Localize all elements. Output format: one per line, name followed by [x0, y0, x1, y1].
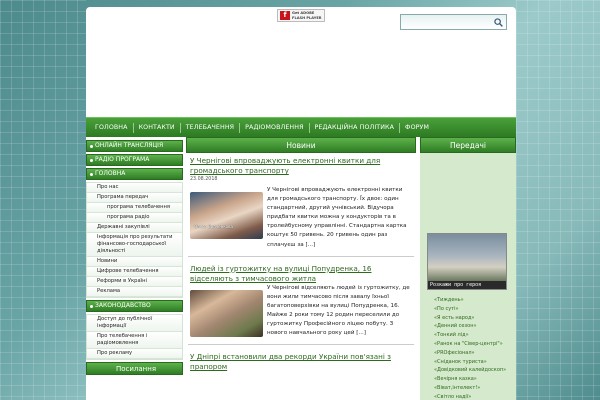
- bullet-icon: [90, 304, 93, 308]
- sidebar-bar-label: ОНЛАЙН ТРАНСЛЯЦІЯ: [95, 142, 164, 149]
- shows-list: «Тиждень» «По суті» «Я есть народ» «Денний …: [434, 296, 516, 400]
- hero-banner[interactable]: Розкажи про героя: [427, 233, 507, 290]
- search-icon[interactable]: [494, 17, 503, 27]
- article-title-link[interactable]: У Дніпрі встановили два рекорди України …: [190, 352, 412, 372]
- sidebar-menu-item[interactable]: Цифрове телебачення: [87, 267, 182, 277]
- sidebar-menu-item[interactable]: Програма передач: [87, 193, 182, 203]
- sidebar-menu-item[interactable]: Державні закупівлі: [87, 223, 182, 233]
- show-link[interactable]: «Вечірня казка»: [434, 375, 516, 384]
- left-sidebar: ОНЛАЙН ТРАНСЛЯЦІЯ РАДІО ПРОГРАМА ГОЛОВНА…: [86, 140, 183, 377]
- sidebar-bar-online[interactable]: ОНЛАЙН ТРАНСЛЯЦІЯ: [86, 140, 183, 152]
- bullet-icon: [90, 144, 93, 148]
- page-container: f Get ADOBE FLASH PLAYER ГОЛОВНА КОНТАКТИ…: [86, 7, 516, 400]
- sidebar-bar-home[interactable]: ГОЛОВНА: [86, 168, 183, 180]
- sidebar-bar-law[interactable]: ЗАКОНОДАВСТВО: [86, 300, 183, 312]
- show-link[interactable]: «Тонкий лід»: [434, 331, 516, 340]
- show-link[interactable]: «Ранок на "Сівер-центрі"»: [434, 340, 516, 349]
- sidebar-bar-label: РАДІО ПРОГРАМА: [95, 156, 150, 163]
- divider: [188, 344, 414, 346]
- news-header: Новини: [186, 137, 416, 153]
- flash-line2: FLASH PLAYER: [292, 15, 322, 20]
- news-article: У Чернігові впроваджують електронні квит…: [186, 153, 416, 250]
- article-thumbnail[interactable]: [190, 289, 263, 337]
- right-sidebar: Передачі Розкажи про героя «Тиждень» «По …: [420, 137, 516, 400]
- flash-icon: f: [280, 11, 290, 20]
- bullet-icon: [90, 172, 93, 176]
- show-link[interactable]: «Віват,інтелект!»: [434, 384, 516, 393]
- sidebar-menu-law: Доступ до публічної інформації Про телеба…: [86, 314, 183, 360]
- sidebar-menu-item[interactable]: Новини: [87, 257, 182, 267]
- news-article: У Дніпрі встановили два рекорди України …: [186, 349, 416, 372]
- sidebar-bar-label: ЗАКОНОДАВСТВО: [95, 302, 151, 309]
- sidebar-bar-links: Посилання: [86, 362, 183, 375]
- sidebar-menu-item[interactable]: програма радіо: [87, 213, 182, 223]
- show-link[interactable]: «Я есть народ»: [434, 314, 516, 323]
- background-pattern: [516, 0, 600, 400]
- sidebar-bar-label: ГОЛОВНА: [95, 170, 126, 177]
- show-link[interactable]: «Сніданок туриста»: [434, 358, 516, 367]
- news-column: Новини У Чернігові впроваджують електрон…: [186, 137, 416, 372]
- show-link[interactable]: «Довідковий калейдоскоп»: [434, 366, 516, 375]
- sidebar-menu-item[interactable]: Про нас: [87, 183, 182, 193]
- nav-item[interactable]: ФОРУМ: [400, 124, 434, 131]
- article-title-link[interactable]: Людей із гуртожитку на вулиці Попудренка…: [190, 264, 412, 284]
- flash-player-badge[interactable]: f Get ADOBE FLASH PLAYER: [277, 9, 325, 22]
- sidebar-menu-item[interactable]: програма телебачення: [87, 203, 182, 213]
- article-title-link[interactable]: У Чернігові впроваджують електронні квит…: [190, 156, 412, 176]
- sidebar-menu-item[interactable]: Реклама: [87, 287, 182, 297]
- show-link[interactable]: «PROфесіонал»: [434, 349, 516, 358]
- sidebar-menu-item[interactable]: Інформація про результати фінансово-госп…: [87, 233, 182, 257]
- divider: [188, 255, 414, 257]
- show-link[interactable]: «По суті»: [434, 305, 516, 314]
- nav-item[interactable]: РАДІОМОВЛЕННЯ: [240, 124, 308, 131]
- sidebar-menu-item[interactable]: Реформи в Україні: [87, 277, 182, 287]
- nav-item[interactable]: ГОЛОВНА: [90, 124, 133, 131]
- article-excerpt: У Чернігові впроваджують електронні квит…: [267, 187, 407, 248]
- nav-item[interactable]: РЕДАКЦІЙНА ПОЛІТИКА: [310, 124, 400, 131]
- sidebar-menu-item[interactable]: Про рекламу: [87, 349, 182, 359]
- article-excerpt: У Чернігові відселяють людей із гуртожит…: [267, 284, 410, 337]
- search-input[interactable]: [400, 14, 507, 30]
- nav-item[interactable]: ТЕЛЕБАЧЕННЯ: [181, 124, 239, 131]
- show-link[interactable]: «Світло надії»: [434, 393, 516, 400]
- sidebar-menu-item[interactable]: Про телебачення і радіомовлення: [87, 332, 182, 349]
- banner-text: Розкажи про героя: [428, 281, 506, 289]
- sidebar-menu-item[interactable]: Доступ до публічної інформації: [87, 315, 182, 332]
- article-date: 23.08.2018: [190, 177, 218, 182]
- background-pattern: [0, 0, 86, 400]
- main-navigation: ГОЛОВНА КОНТАКТИ ТЕЛЕБАЧЕННЯ РАДІОМОВЛЕННЯ Р…: [86, 117, 516, 137]
- sidebar-bar-radio[interactable]: РАДІО ПРОГРАМА: [86, 154, 183, 166]
- nav-item[interactable]: КОНТАКТИ: [134, 124, 180, 131]
- show-link[interactable]: «Тиждень»: [434, 296, 516, 305]
- bullet-icon: [90, 158, 93, 162]
- shows-header: Передачі: [420, 137, 516, 153]
- sidebar-bar-label: Посилання: [115, 364, 157, 373]
- sidebar-menu-main: Про нас Програма передач програма телебаче…: [86, 182, 183, 298]
- show-link[interactable]: «Денний сезон»: [434, 322, 516, 331]
- news-article: Людей із гуртожитку на вулиці Попудренка…: [186, 261, 416, 339]
- thumbnail-caption: Олеся Волченкова: [194, 224, 233, 229]
- article-thumbnail[interactable]: Олеся Волченкова: [190, 192, 263, 239]
